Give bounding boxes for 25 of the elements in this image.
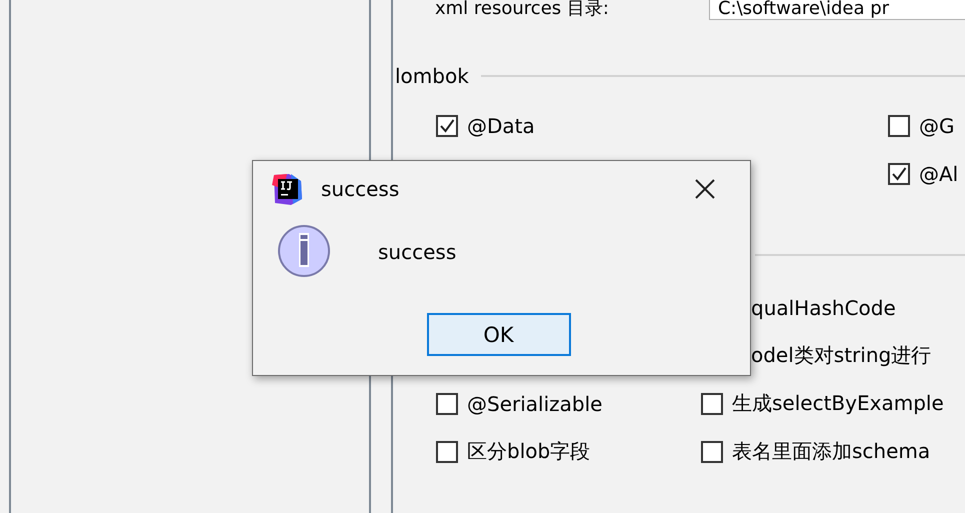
- option-label: odel类对string进行: [751, 342, 932, 369]
- close-icon[interactable]: [694, 178, 716, 200]
- checkbox[interactable]: [888, 114, 910, 136]
- option-label: @G: [919, 114, 954, 138]
- option-label: qualHashCode: [751, 296, 896, 320]
- dialog-title: success: [321, 177, 400, 201]
- checkbox[interactable]: [436, 392, 458, 414]
- checkbox[interactable]: [701, 392, 723, 414]
- path-field[interactable]: C:\software\idea pr: [708, 0, 965, 20]
- checkbox[interactable]: [701, 440, 723, 462]
- section-title: lombok: [395, 64, 469, 88]
- option-label: 表名里面添加schema: [732, 438, 930, 465]
- option-label: @Data: [467, 114, 535, 138]
- ok-button[interactable]: OK: [426, 313, 570, 356]
- option-label: @Serializable: [467, 392, 602, 416]
- checkbox[interactable]: [436, 440, 458, 462]
- option-label: 生成selectByExample: [732, 390, 944, 417]
- checkbox[interactable]: [888, 162, 910, 184]
- option-label: @Al: [919, 162, 958, 186]
- field-label: xml resources 目录:: [435, 0, 609, 20]
- checkbox[interactable]: [436, 114, 458, 136]
- info-icon: [278, 225, 332, 279]
- app-logo-icon: [271, 173, 303, 205]
- dialog-message: success: [378, 240, 456, 264]
- option-label: 区分blob字段: [467, 438, 590, 465]
